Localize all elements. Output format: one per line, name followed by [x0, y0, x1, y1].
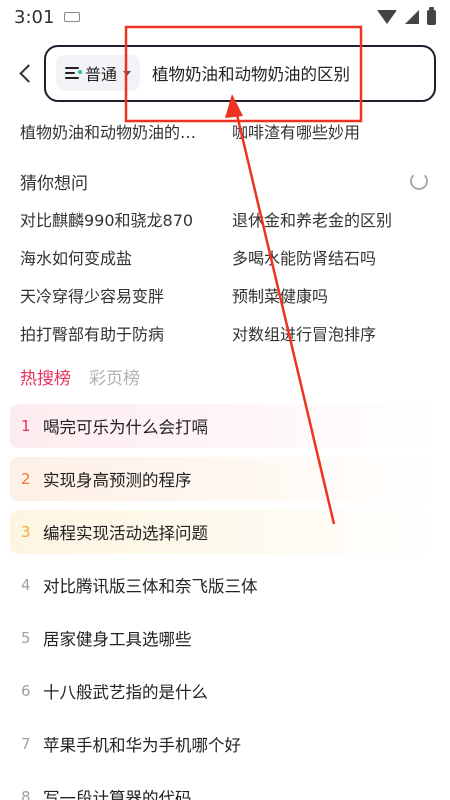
hot-list-item[interactable]: 5 居家健身工具选哪些 [10, 616, 440, 660]
chevron-left-icon [18, 63, 38, 83]
refresh-icon[interactable] [410, 172, 428, 190]
mode-selector[interactable]: 普通 [56, 55, 141, 91]
guess-item[interactable]: 天冷穿得少容易变胖 [20, 276, 232, 314]
hot-list: 1 喝完可乐为什么会打嗝 2 实现身高预测的程序 3 编程实现活动选择问题 4 … [0, 404, 450, 800]
hot-rank: 7 [21, 735, 31, 753]
hot-text: 十八般武艺指的是什么 [43, 683, 208, 702]
hot-rank: 6 [21, 682, 31, 700]
guess-grid: 对比麒麟990和骁龙870 退休金和养老金的区别 海水如何变成盐 多喝水能防肾结… [0, 200, 450, 352]
back-button[interactable] [8, 53, 42, 93]
hot-rank: 3 [21, 523, 31, 541]
guess-item[interactable]: 预制菜健康吗 [232, 276, 430, 314]
hot-list-item[interactable]: 8 写一段计算器的代码 [10, 775, 440, 800]
hot-rank: 2 [21, 470, 31, 488]
search-row: 普通 植物奶油和动物奶油的区别 [0, 34, 450, 112]
keyboard-icon [64, 12, 81, 22]
guess-item[interactable]: 退休金和养老金的区别 [232, 200, 430, 238]
hot-list-item[interactable]: 2 实现身高预测的程序 [10, 457, 440, 501]
wifi-icon [377, 10, 397, 24]
hot-text: 实现身高预测的程序 [43, 471, 192, 490]
search-box[interactable]: 普通 植物奶油和动物奶油的区别 [44, 44, 436, 102]
hot-rank: 8 [21, 788, 31, 800]
signal-icon [405, 10, 419, 24]
hot-text: 苹果手机和华为手机哪个好 [43, 736, 241, 755]
hot-text: 居家健身工具选哪些 [43, 630, 192, 649]
guess-section-header: 猜你想问 [0, 166, 450, 196]
rank-tabs: 热搜榜 彩页榜 [0, 358, 450, 394]
tab-color-page[interactable]: 彩页榜 [89, 364, 140, 389]
hot-text: 对比腾讯版三体和奈飞版三体 [43, 577, 258, 596]
guess-item[interactable]: 海水如何变成盐 [20, 238, 232, 276]
battery-icon [427, 6, 436, 25]
hot-list-item[interactable]: 6 十八般武艺指的是什么 [10, 669, 440, 713]
hot-list-item[interactable]: 3 编程实现活动选择问题 [10, 510, 440, 554]
tab-hot-search[interactable]: 热搜榜 [20, 364, 71, 389]
hot-rank: 4 [21, 576, 31, 594]
status-right [377, 6, 436, 25]
hot-list-item[interactable]: 4 对比腾讯版三体和奈飞版三体 [10, 563, 440, 607]
history-item[interactable]: 咖啡渣有哪些妙用 [232, 119, 360, 143]
caret-down-icon [123, 70, 132, 76]
hot-text: 喝完可乐为什么会打嗝 [43, 418, 208, 437]
status-time: 3:01 [14, 6, 55, 28]
hot-rank: 5 [21, 629, 31, 647]
history-item[interactable]: 植物奶油和动物奶油的… [20, 119, 232, 143]
guess-item[interactable]: 对比麒麟990和骁龙870 [20, 200, 232, 238]
search-input[interactable]: 植物奶油和动物奶油的区别 [152, 61, 350, 85]
status-bar: 3:01 [0, 0, 450, 34]
search-history: 植物奶油和动物奶油的… 咖啡渣有哪些妙用 [0, 116, 450, 146]
status-left: 3:01 [14, 6, 81, 28]
hot-list-item[interactable]: 7 苹果手机和华为手机哪个好 [10, 722, 440, 766]
hot-rank: 1 [21, 417, 31, 435]
guess-section-title: 猜你想问 [20, 173, 88, 194]
guess-item[interactable]: 拍打臀部有助于防病 [20, 314, 232, 352]
guess-item[interactable]: 对数组进行冒泡排序 [232, 314, 430, 352]
mode-label: 普通 [85, 65, 118, 84]
hot-list-item[interactable]: 1 喝完可乐为什么会打嗝 [10, 404, 440, 448]
hot-text: 编程实现活动选择问题 [43, 524, 208, 543]
list-icon [65, 67, 82, 79]
hot-text: 写一段计算器的代码 [43, 789, 192, 800]
guess-item[interactable]: 多喝水能防肾结石吗 [232, 238, 430, 276]
